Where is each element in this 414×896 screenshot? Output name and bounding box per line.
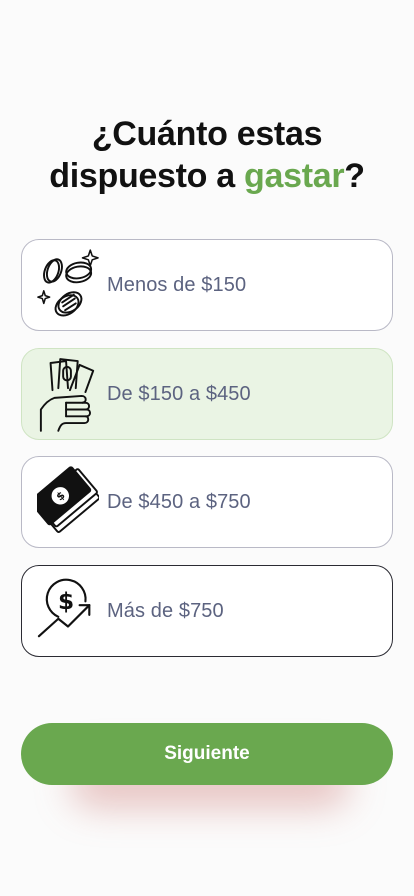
- budget-option-450-750[interactable]: $ De $450 a $750: [21, 456, 393, 548]
- title-line-1: ¿Cuánto estas: [91, 115, 323, 153]
- budget-option-over-750[interactable]: $ Más de $750: [21, 565, 393, 657]
- budget-option-150-450[interactable]: De $150 a $450: [21, 348, 393, 440]
- coins-sparkle-icon: [35, 245, 101, 325]
- svg-text:$: $: [58, 588, 74, 615]
- page-title: ¿Cuánto estas dispuesto a gastar?: [0, 113, 414, 197]
- option-label: De $150 a $450: [107, 382, 251, 405]
- option-label: Más de $750: [107, 599, 224, 622]
- dollar-growth-arrow-icon: $: [35, 571, 101, 651]
- option-label: De $450 a $750: [107, 490, 251, 513]
- option-label: Menos de $150: [107, 273, 247, 296]
- banknotes-stack-icon: $: [35, 462, 101, 542]
- budget-screen: ¿Cuánto estas dispuesto a gastar? Menos …: [0, 0, 414, 896]
- title-accent-word: gastar: [244, 157, 345, 195]
- hand-holding-cash-icon: [35, 354, 101, 434]
- budget-option-under-150[interactable]: Menos de $150: [21, 239, 393, 331]
- title-suffix: ?: [344, 157, 365, 195]
- title-line-2: dispuesto a: [49, 157, 245, 195]
- next-button[interactable]: Siguiente: [21, 723, 393, 785]
